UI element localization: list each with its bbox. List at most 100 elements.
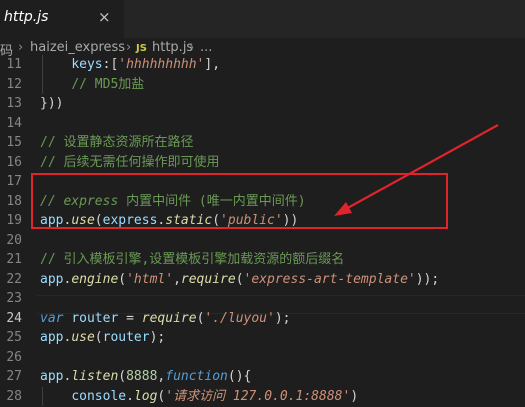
code-token: app: [40, 271, 64, 287]
tab-http-js[interactable]: http.js ×: [0, 0, 124, 38]
breadcrumb-more[interactable]: ...: [200, 40, 212, 55]
code-token: // 设置静态资源所在路径: [40, 135, 194, 150]
code-token: 'express-art-template': [243, 271, 416, 287]
code-line[interactable]: 16 // 后续无需任何操作即可使用: [0, 153, 525, 173]
code-token: ],: [204, 57, 221, 72]
tab-title: http.js: [4, 9, 49, 25]
code-line[interactable]: 25 app.use(router);: [0, 328, 525, 348]
line-number: 11: [6, 57, 22, 72]
code-line[interactable]: 13})): [0, 94, 525, 114]
code-token: engine: [71, 271, 119, 287]
line-number: 15: [6, 135, 22, 150]
code-token: ,: [173, 271, 181, 287]
line-number: 16: [6, 154, 22, 170]
indent-guide: [42, 55, 43, 94]
code-token: (: [118, 271, 127, 287]
code-text: keys:['hhhhhhhhh'],: [40, 55, 220, 75]
indent-guide: [42, 386, 43, 406]
line-number: 21: [6, 252, 22, 267]
code-text: console.log('请求访问 127.0.0.1:8888'): [40, 387, 358, 407]
code-token: (: [118, 369, 127, 384]
code-token: // MD5加盐: [71, 76, 145, 92]
code-text: var router = require('./luyou');: [40, 309, 291, 329]
js-file-icon: JS: [136, 43, 147, 54]
code-line[interactable]: 20: [0, 231, 525, 251]
tab-bar: http.js ×: [0, 0, 525, 38]
code-token: function: [165, 369, 228, 384]
code-text: // 引入模板引擎,设置模板引擎加载资源的额后缀名: [40, 250, 344, 270]
code-text: app.engine('html',require('express-art-t…: [40, 270, 439, 290]
line-number: 13: [6, 96, 22, 111]
code-token: .: [126, 388, 134, 404]
code-line[interactable]: 14: [0, 114, 525, 134]
code-token: ));: [415, 271, 440, 287]
code-token: (: [235, 271, 244, 287]
code-line[interactable]: 24 var router = require('./luyou');: [0, 309, 525, 329]
line-number: 24: [6, 310, 22, 326]
code-editor[interactable]: 11 keys:['hhhhhhhhh'], 12 // MD5加盐 13})) 14…: [0, 55, 525, 407]
code-token: './luyou': [204, 310, 275, 326]
code-token: :[: [102, 57, 119, 72]
code-token: =: [118, 310, 142, 326]
code-text: })): [40, 94, 63, 114]
breadcrumb-folder[interactable]: haizei_express: [30, 40, 125, 55]
code-text: // MD5加盐: [40, 75, 144, 95]
annotation-highlight-box: [31, 173, 448, 229]
code-token: })): [40, 96, 64, 111]
chevron-right-icon: ›: [189, 40, 195, 55]
code-token: );: [149, 330, 166, 345]
code-line[interactable]: 21 // 引入模板引擎,设置模板引擎加载资源的额后缀名: [0, 250, 525, 270]
line-number: 26: [6, 349, 22, 365]
code-token: router: [71, 310, 119, 326]
code-token: 8888: [126, 369, 158, 384]
code-token: '请求访问 127.0.0.1:8888': [165, 388, 351, 404]
line-number: 14: [6, 115, 22, 131]
code-line[interactable]: 12 // MD5加盐: [0, 75, 525, 95]
code-line[interactable]: 28 console.log('请求访问 127.0.0.1:8888'): [0, 387, 525, 407]
code-line[interactable]: 11 keys:['hhhhhhhhh'],: [0, 55, 525, 75]
line-number: 18: [6, 193, 22, 209]
line-number: 12: [6, 76, 22, 92]
code-token: var: [40, 310, 64, 326]
code-token: app: [40, 369, 64, 384]
line-number: 23: [6, 291, 22, 306]
code-token: log: [133, 388, 158, 404]
code-token: );: [274, 310, 291, 326]
line-number: 17: [6, 174, 22, 189]
code-line[interactable]: 26: [0, 348, 525, 368]
code-token: 'hhhhhhhhh': [118, 57, 205, 72]
line-number: 25: [6, 330, 22, 345]
code-token: require: [141, 310, 197, 326]
code-text: app.listen(8888,function(){: [40, 367, 251, 387]
close-icon[interactable]: ×: [98, 8, 111, 26]
line-number: 20: [6, 232, 22, 248]
code-text: app.use(router);: [40, 328, 165, 348]
code-token: require: [180, 271, 236, 287]
code-token: listen: [71, 369, 119, 384]
chevron-right-icon: ›: [18, 40, 24, 55]
line-number: 19: [6, 213, 22, 228]
code-token: console: [71, 388, 127, 404]
code-line[interactable]: 15 // 设置静态资源所在路径: [0, 133, 525, 153]
code-token: ): [350, 388, 359, 404]
code-line[interactable]: 23: [0, 289, 525, 309]
breadcrumb-file[interactable]: http.js: [152, 40, 193, 55]
chevron-right-icon: ›: [126, 40, 132, 55]
code-token: router: [102, 330, 150, 345]
code-text: // 后续无需任何操作即可使用: [40, 153, 219, 173]
code-line[interactable]: 22 app.engine('html',require('express-art…: [0, 270, 525, 290]
code-line[interactable]: 27 app.listen(8888,function(){: [0, 367, 525, 387]
line-number: 22: [6, 271, 22, 287]
code-text: // 设置静态资源所在路径: [40, 133, 193, 153]
code-token: app: [40, 330, 64, 345]
code-token: // 后续无需任何操作即可使用: [40, 154, 220, 170]
line-number: 28: [6, 388, 22, 404]
code-token: // 引入模板引擎,设置模板引擎加载资源的额后缀名: [40, 252, 345, 267]
code-token: (){: [227, 369, 252, 384]
code-token: (: [94, 330, 103, 345]
code-token: keys: [71, 57, 103, 72]
code-token: 'html': [126, 271, 174, 287]
code-token: use: [71, 330, 95, 345]
